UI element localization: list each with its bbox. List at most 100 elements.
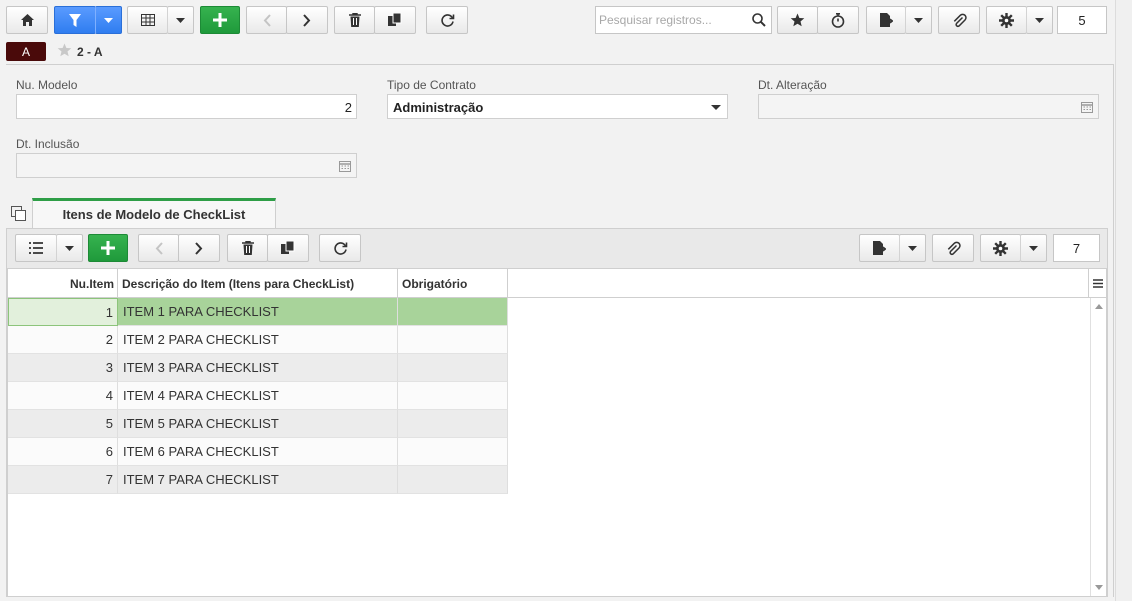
grid-view-button[interactable] [127, 6, 168, 34]
plus-icon [213, 13, 227, 27]
tipo-contrato-select[interactable]: Administração [387, 94, 728, 119]
search-box[interactable] [595, 6, 772, 34]
dt-alteracao-field[interactable] [758, 94, 1099, 119]
cell-descricao[interactable]: ITEM 5 PARA CHECKLIST [118, 410, 398, 438]
chevron-down-icon [908, 245, 917, 251]
timer-button[interactable] [817, 6, 859, 34]
delete-button[interactable] [334, 6, 375, 34]
cell-nu-item[interactable]: 7 [8, 466, 118, 494]
cell-descricao[interactable]: ITEM 6 PARA CHECKLIST [118, 438, 398, 466]
item-export-dropdown-button[interactable] [899, 234, 926, 262]
list-view-button[interactable] [15, 234, 57, 262]
column-menu-icon[interactable] [1088, 269, 1106, 298]
copy-icon[interactable] [11, 206, 26, 224]
chevron-right-icon [303, 13, 311, 27]
cell-nu-item[interactable]: 6 [8, 438, 118, 466]
item-export-button[interactable] [859, 234, 900, 262]
cell-obrigatorio[interactable] [398, 354, 508, 382]
export-button[interactable] [866, 6, 906, 34]
filter-dropdown-button[interactable] [95, 6, 122, 34]
page-vertical-scrollbar[interactable] [1115, 0, 1132, 601]
column-header-obrigatorio[interactable]: Obrigatório [398, 269, 508, 298]
list-view-dropdown-button[interactable] [56, 234, 83, 262]
chevron-right-icon [195, 241, 203, 255]
cell-obrigatorio[interactable] [398, 298, 508, 326]
cell-descricao[interactable]: ITEM 2 PARA CHECKLIST [118, 326, 398, 354]
filter-button[interactable] [54, 6, 96, 34]
previous-button[interactable] [246, 6, 287, 34]
cell-descricao[interactable]: ITEM 1 PARA CHECKLIST [118, 298, 398, 326]
column-header-nu-item[interactable]: Nu.Item [8, 269, 118, 298]
cell-obrigatorio[interactable] [398, 326, 508, 354]
home-button[interactable] [6, 6, 48, 34]
refresh-icon [440, 13, 454, 27]
nu-modelo-label: Nu. Modelo [16, 78, 78, 92]
gear-icon [993, 240, 1008, 256]
refresh-icon [333, 241, 347, 255]
item-refresh-button[interactable] [319, 234, 361, 262]
item-attachment-button[interactable] [932, 234, 974, 262]
cell-nu-item[interactable]: 2 [8, 326, 118, 354]
item-settings-button[interactable] [980, 234, 1021, 262]
cell-nu-item[interactable]: 4 [8, 382, 118, 410]
tab-itens-checklist[interactable]: Itens de Modelo de CheckList [32, 198, 276, 228]
file-export-icon [873, 241, 886, 255]
cell-descricao[interactable]: ITEM 4 PARA CHECKLIST [118, 382, 398, 410]
cell-nu-item[interactable]: 5 [8, 410, 118, 438]
chevron-down-icon [65, 245, 74, 251]
add-button[interactable] [200, 6, 240, 34]
cell-obrigatorio[interactable] [398, 438, 508, 466]
cell-descricao[interactable]: ITEM 7 PARA CHECKLIST [118, 466, 398, 494]
cell-nu-item[interactable]: 1 [8, 298, 118, 326]
table-icon [140, 14, 155, 26]
export-dropdown-button[interactable] [905, 6, 932, 34]
chevron-down-icon [104, 17, 113, 23]
item-delete-button[interactable] [227, 234, 268, 262]
favorites-button[interactable] [777, 6, 818, 34]
next-button[interactable] [286, 6, 328, 34]
gear-icon [999, 12, 1014, 28]
settings-button[interactable] [986, 6, 1027, 34]
search-icon[interactable] [752, 13, 766, 30]
dt-inclusao-field[interactable] [16, 153, 357, 178]
item-duplicate-button[interactable] [267, 234, 309, 262]
nu-modelo-field[interactable]: 2 [16, 94, 357, 119]
nu-modelo-value: 2 [344, 100, 352, 115]
settings-dropdown-button[interactable] [1026, 6, 1053, 34]
dt-inclusao-label: Dt. Inclusão [16, 137, 80, 151]
search-input[interactable] [599, 13, 749, 27]
column-header-descricao[interactable]: Descrição do Item (Itens para CheckList) [118, 269, 398, 298]
attachment-button[interactable] [938, 6, 980, 34]
grid-vertical-scrollbar[interactable] [1090, 298, 1106, 596]
scroll-down-icon[interactable] [1095, 585, 1103, 590]
item-previous-button[interactable] [138, 234, 179, 262]
calendar-icon[interactable] [339, 160, 351, 175]
refresh-button[interactable] [426, 6, 468, 34]
add-item-button[interactable] [88, 234, 128, 262]
paperclip-icon [953, 13, 967, 27]
cell-nu-item[interactable]: 3 [8, 354, 118, 382]
paperclip-icon [947, 241, 961, 255]
view-dropdown-button[interactable] [167, 6, 194, 34]
record-counter: 5 [1057, 6, 1107, 34]
favorite-star-icon[interactable] [57, 43, 72, 60]
chevron-down-icon [711, 105, 721, 110]
chevron-down-icon [914, 17, 923, 23]
items-grid: Nu.Item Descrição do Item (Itens para Ch… [7, 268, 1107, 597]
cell-obrigatorio[interactable] [398, 466, 508, 494]
cell-obrigatorio[interactable] [398, 382, 508, 410]
item-next-button[interactable] [178, 234, 220, 262]
chevron-down-icon [1029, 245, 1038, 251]
record-title: 2 - A [77, 45, 103, 59]
item-settings-dropdown-button[interactable] [1020, 234, 1047, 262]
star-icon [790, 13, 805, 27]
duplicate-button[interactable] [374, 6, 416, 34]
cell-descricao[interactable]: ITEM 3 PARA CHECKLIST [118, 354, 398, 382]
tipo-contrato-label: Tipo de Contrato [387, 78, 476, 92]
scroll-up-icon[interactable] [1095, 304, 1103, 309]
cell-obrigatorio[interactable] [398, 410, 508, 438]
calendar-icon[interactable] [1081, 101, 1093, 116]
chevron-down-icon [176, 17, 185, 23]
trash-icon [241, 241, 254, 255]
list-icon [29, 242, 43, 254]
